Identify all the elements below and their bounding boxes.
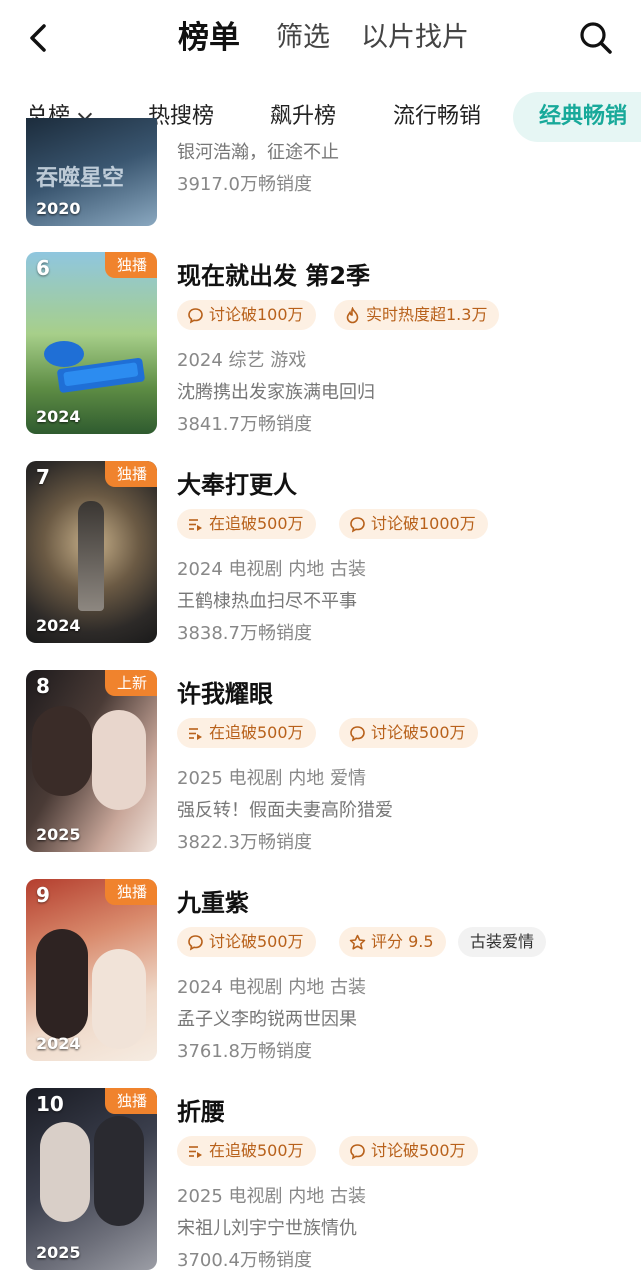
poster[interactable]: 8 上新 2025 — [26, 670, 157, 852]
tag-label: 古装爱情 — [470, 932, 535, 951]
rank-number: 9 — [36, 883, 50, 907]
list-item[interactable]: 10 独播 2025 折腰 在追破500万 讨论破500万 2025 电视剧 内… — [0, 1088, 641, 1278]
status-badge: 独播 — [104, 1088, 157, 1114]
tag: 讨论破500万 — [339, 1136, 478, 1166]
tag: 实时热度超1.3万 — [334, 300, 500, 330]
item-meta: 2024 综艺 游戏 — [177, 350, 307, 371]
status-badge: 独播 — [104, 879, 157, 905]
tag: 古装爱情 — [458, 927, 547, 957]
poster-year: 2024 — [36, 1034, 81, 1053]
item-meta: 2025 电视剧 内地 爱情 — [177, 768, 366, 789]
tag-label: 讨论破500万 — [209, 932, 304, 951]
item-sales: 3838.7万畅销度 — [177, 623, 312, 644]
chat-bubble-icon — [350, 1144, 365, 1160]
list-play-icon — [189, 519, 202, 531]
tag: 讨论破100万 — [177, 300, 316, 330]
tag-label: 讨论破100万 — [209, 305, 304, 324]
tag: 在追破500万 — [177, 718, 316, 748]
item-description: 强反转！假面夫妻高阶猎爱 — [177, 800, 393, 821]
poster-year: 2025 — [36, 1243, 81, 1262]
back-arrow-icon[interactable] — [22, 18, 58, 58]
status-badge: 上新 — [104, 670, 157, 696]
star-icon — [349, 934, 366, 950]
chat-bubble-icon — [188, 935, 203, 951]
item-meta: 2024 电视剧 内地 古装 — [177, 559, 366, 580]
item-description: 孟子义李昀锐两世因果 — [177, 1009, 357, 1030]
tab-filter[interactable]: 筛选 — [276, 18, 330, 58]
item-description: 宋祖儿刘宇宁世族情仇 — [177, 1218, 357, 1239]
poster[interactable]: 7 独播 2024 — [26, 461, 157, 643]
poster[interactable]: 10 独播 2025 — [26, 1088, 157, 1270]
tag-label: 在追破500万 — [209, 514, 304, 533]
item-description: 王鹤棣热血扫尽不平事 — [177, 591, 357, 612]
poster-logo-art — [44, 341, 145, 393]
tag-label: 实时热度超1.3万 — [366, 305, 488, 324]
tag: 讨论破1000万 — [339, 509, 488, 539]
poster-year: 2020 — [36, 199, 81, 218]
flame-icon — [346, 307, 359, 324]
poster-figure-art — [94, 1116, 144, 1226]
item-title[interactable]: 现在就出发 第2季 — [177, 256, 370, 291]
item-sales: 3761.8万畅销度 — [177, 1041, 312, 1062]
item-description: 沈腾携出发家族满电回归 — [177, 382, 375, 403]
item-sales: 3841.7万畅销度 — [177, 414, 312, 435]
search-icon[interactable] — [576, 18, 616, 58]
item-sales: 3700.4万畅销度 — [177, 1250, 312, 1271]
rank-number: 8 — [36, 674, 50, 698]
chat-bubble-icon — [188, 308, 203, 324]
tag: 评分 9.5 — [339, 927, 446, 957]
chat-bubble-icon — [350, 517, 365, 533]
poster-title-art: 吞噬星空 — [36, 166, 125, 191]
item-title[interactable]: 许我耀眼 — [177, 674, 273, 709]
item-sales: 3822.3万畅销度 — [177, 832, 312, 853]
list-item[interactable]: 9 独播 2024 九重紫 讨论破500万 评分 9.5 古装爱情 2024 电… — [0, 879, 641, 1069]
list-item[interactable]: 6 独播 2024 现在就出发 第2季 讨论破100万 实时热度超1.3万 20… — [0, 252, 641, 442]
poster[interactable]: 6 独播 2024 — [26, 252, 157, 434]
rank-number: 7 — [36, 465, 50, 489]
list-play-icon — [189, 1146, 202, 1158]
poster-figure-art — [92, 949, 146, 1049]
tag-label: 在追破500万 — [209, 723, 304, 742]
tag-label: 在追破500万 — [209, 1141, 304, 1160]
tab-find-by-film[interactable]: 以片找片 — [361, 18, 469, 58]
poster-figure-art — [36, 929, 88, 1039]
rank-number: 6 — [36, 256, 50, 280]
poster[interactable]: 9 独播 2024 — [26, 879, 157, 1061]
list-item[interactable]: 吞噬星空 2020 银河浩瀚，征途不止 3917.0万畅销度 — [0, 118, 641, 228]
tag-label: 评分 9.5 — [371, 932, 434, 951]
poster-figure-art — [32, 706, 92, 796]
item-title[interactable]: 折腰 — [177, 1092, 225, 1127]
list-item[interactable]: 7 独播 2024 大奉打更人 在追破500万 讨论破1000万 2024 电视… — [0, 461, 641, 651]
list-item[interactable]: 8 上新 2025 许我耀眼 在追破500万 讨论破500万 2025 电视剧 … — [0, 670, 641, 860]
poster[interactable]: 吞噬星空 2020 — [26, 118, 157, 226]
tag: 讨论破500万 — [177, 927, 316, 957]
poster-year: 2024 — [36, 616, 81, 635]
item-title[interactable]: 九重紫 — [177, 883, 249, 918]
rank-number: 10 — [36, 1092, 64, 1116]
tag: 讨论破500万 — [339, 718, 478, 748]
poster-year: 2024 — [36, 407, 81, 426]
status-badge: 独播 — [104, 461, 157, 487]
list-play-icon — [189, 728, 202, 740]
status-badge: 独播 — [104, 252, 157, 278]
item-title[interactable]: 大奉打更人 — [177, 465, 297, 500]
item-sales: 3917.0万畅销度 — [177, 174, 312, 195]
item-meta: 2025 电视剧 内地 古装 — [177, 1186, 366, 1207]
item-meta: 2024 电视剧 内地 古装 — [177, 977, 366, 998]
chat-bubble-icon — [350, 726, 365, 742]
item-description: 银河浩瀚，征途不止 — [177, 142, 339, 163]
poster-year: 2025 — [36, 825, 81, 844]
tag-label: 讨论破500万 — [371, 723, 466, 742]
top-bar: 榜单 筛选 以片找片 — [0, 0, 641, 80]
tab-rankings[interactable]: 榜单 — [178, 18, 240, 58]
tag-label: 讨论破1000万 — [371, 514, 476, 533]
poster-figure-art — [92, 710, 146, 810]
tag: 在追破500万 — [177, 1136, 316, 1166]
poster-figure-art — [40, 1122, 90, 1222]
tag: 在追破500万 — [177, 509, 316, 539]
poster-figure-art — [78, 501, 104, 611]
tag-label: 讨论破500万 — [371, 1141, 466, 1160]
